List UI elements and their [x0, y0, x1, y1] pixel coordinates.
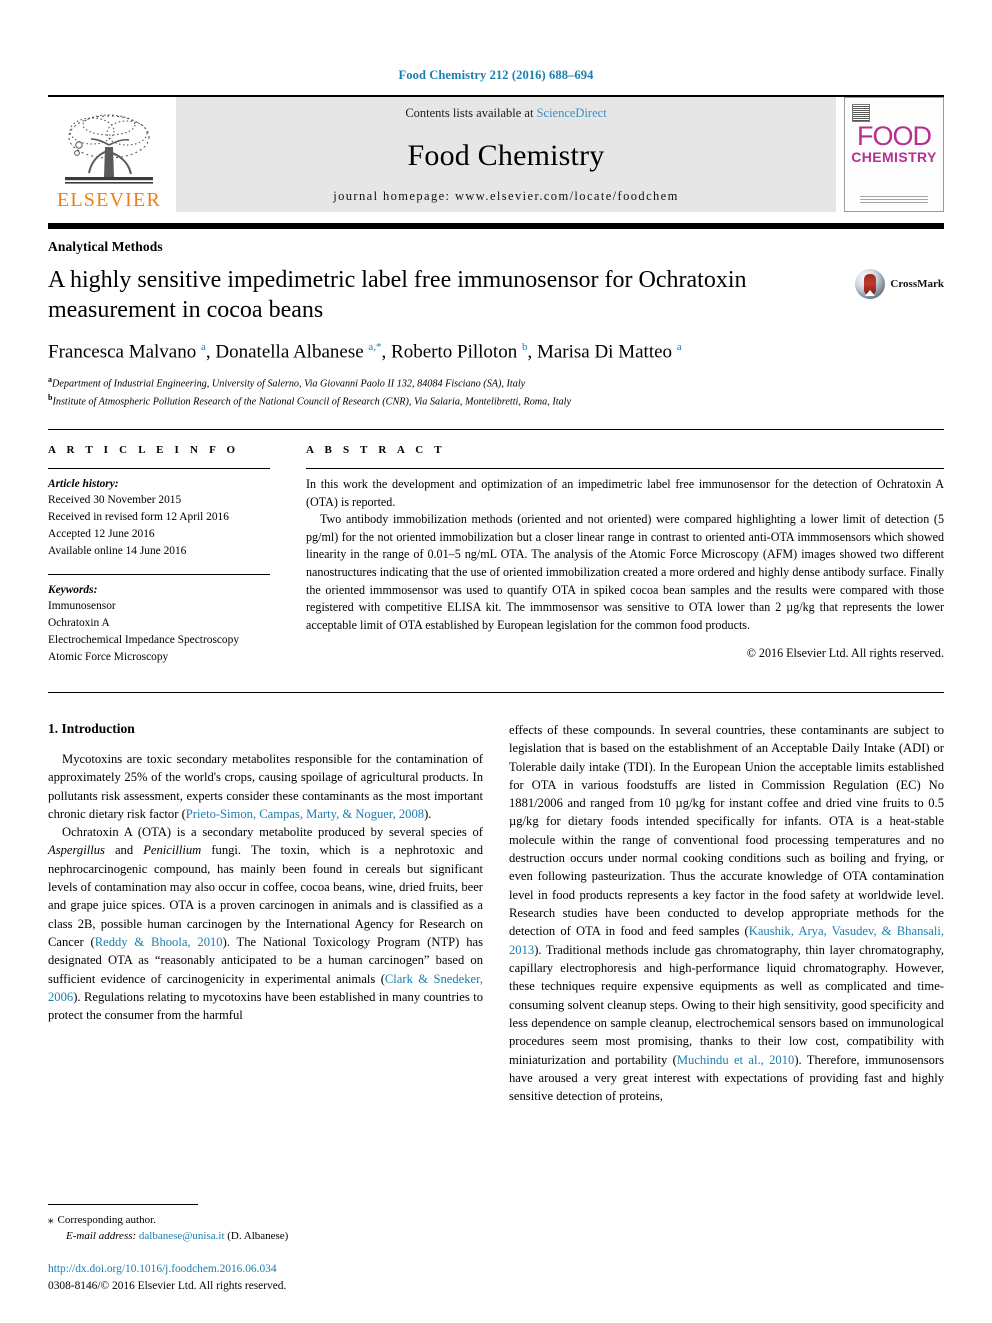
- section-type-label: Analytical Methods: [48, 239, 163, 254]
- body-column-left: 1. Introduction Mycotoxins are toxic sec…: [48, 721, 483, 1106]
- email-link[interactable]: dalbanese@unisa.it: [139, 1230, 225, 1242]
- cover-title-top: FOOD: [857, 121, 932, 151]
- history-item: Received in revised form 12 April 2016: [48, 511, 229, 524]
- contents-available-line: Contents lists available at ScienceDirec…: [405, 106, 606, 121]
- abstract-heading: A B S T R A C T: [306, 443, 446, 456]
- body-paragraph: effects of these compounds. In several c…: [509, 722, 944, 1104]
- issn-copyright-line: 0308-8146/© 2016 Elsevier Ltd. All right…: [48, 1279, 287, 1292]
- elsevier-wordmark: ELSEVIER: [56, 189, 162, 211]
- elsevier-tree-icon: [65, 114, 153, 184]
- crossmark-icon: [855, 269, 886, 299]
- email-owner: (D. Albanese): [227, 1230, 289, 1243]
- email-label: E-mail address:: [66, 1230, 137, 1243]
- abstract-paragraph: In this work the development and optimiz…: [306, 476, 944, 509]
- affiliation-text: Institute of Atmospheric Pollution Resea…: [52, 396, 572, 408]
- doi-link[interactable]: http://dx.doi.org/10.1016/j.foodchem.201…: [48, 1261, 483, 1278]
- journal-masthead: ELSEVIER Contents lists available at Sci…: [48, 97, 944, 212]
- journal-homepage-link[interactable]: journal homepage: www.elsevier.com/locat…: [333, 189, 678, 204]
- article-history-list: Received 30 November 2015 Received in re…: [48, 492, 270, 560]
- history-item: Available online 14 June 2016: [48, 545, 187, 558]
- title-row: A highly sensitive impedimetric label fr…: [48, 266, 944, 326]
- cover-footer-texture: [859, 194, 929, 203]
- body-paragraph: Mycotoxins are toxic secondary metabolit…: [48, 751, 483, 821]
- footnote-area: ⁎ Corresponding author. E-mail address: d…: [48, 1203, 483, 1295]
- author-list: Francesca Malvano a, Donatella Albanese …: [48, 340, 682, 362]
- elsevier-logo: ELSEVIER: [48, 97, 170, 212]
- info-abstract-region: A R T I C L E I N F O Article history: R…: [48, 444, 944, 666]
- cover-mini-logo-icon: [852, 104, 870, 122]
- abstract-column: A B S T R A C T In this work the develop…: [300, 444, 944, 666]
- keyword-item: Ochratoxin A: [48, 617, 110, 630]
- info-top-rule: [48, 428, 944, 430]
- article-info-heading: A R T I C L E I N F O: [48, 443, 240, 456]
- corresponding-author-marker: ⁎: [48, 1213, 54, 1226]
- masthead-bottom-rule: [48, 223, 944, 229]
- corresponding-author-text: Corresponding author.: [57, 1213, 156, 1226]
- affiliation-list: aDepartment of Industrial Engineering, U…: [48, 374, 944, 410]
- abstract-rule: [306, 467, 944, 469]
- body-column-right: effects of these compounds. In several c…: [509, 721, 944, 1106]
- contents-prefix: Contents lists available at: [405, 106, 537, 120]
- abstract-body: In this work the development and optimiz…: [306, 476, 944, 635]
- crossmark-badge[interactable]: CrossMark: [855, 269, 944, 299]
- keywords-list: Immunosensor Ochratoxin A Electrochemica…: [48, 598, 270, 666]
- sciencedirect-link[interactable]: ScienceDirect: [537, 106, 607, 120]
- body-top-rule: [48, 691, 944, 693]
- history-item: Accepted 12 June 2016: [48, 528, 155, 541]
- abstract-copyright: © 2016 Elsevier Ltd. All rights reserved…: [746, 645, 944, 660]
- history-item: Received 30 November 2015: [48, 494, 182, 507]
- email-line: E-mail address: dalbanese@unisa.it (D. A…: [48, 1228, 483, 1245]
- affiliation-item: aDepartment of Industrial Engineering, U…: [48, 374, 944, 392]
- crossmark-icon-inner: [864, 273, 877, 295]
- keyword-item: Atomic Force Microscopy: [48, 651, 169, 664]
- article-info-column: A R T I C L E I N F O Article history: R…: [48, 444, 300, 666]
- doi-block: http://dx.doi.org/10.1016/j.foodchem.201…: [48, 1261, 483, 1295]
- corresponding-author-note: ⁎ Corresponding author. E-mail address: d…: [48, 1212, 483, 1245]
- keywords-heading: Keywords:: [48, 583, 98, 596]
- cover-title-bottom: CHEMISTRY: [851, 148, 937, 165]
- body-columns: 1. Introduction Mycotoxins are toxic sec…: [48, 721, 944, 1106]
- page-title: A highly sensitive impedimetric label fr…: [48, 267, 747, 323]
- keyword-item: Electrochemical Impedance Spectroscopy: [48, 634, 240, 647]
- journal-band: Contents lists available at ScienceDirec…: [176, 97, 836, 212]
- journal-title: Food Chemistry: [407, 139, 605, 172]
- article-history-heading: Article history:: [48, 477, 119, 490]
- keywords-rule: [48, 573, 270, 575]
- affiliation-item: bInstitute of Atmospheric Pollution Rese…: [48, 392, 944, 410]
- crossmark-label: CrossMark: [890, 278, 944, 290]
- journal-cover-thumbnail: FOOD CHEMISTRY: [844, 97, 944, 212]
- article-info-rule: [48, 467, 270, 469]
- footnote-rule: [48, 1203, 198, 1205]
- keyword-item: Immunosensor: [48, 600, 116, 613]
- affiliation-text: Department of Industrial Engineering, Un…: [52, 377, 526, 389]
- body-paragraph: Ochratoxin A (OTA) is a secondary metabo…: [48, 825, 483, 1023]
- abstract-paragraph: Two antibody immobilization methods (ori…: [306, 512, 944, 633]
- running-head: Food Chemistry 212 (2016) 688–694: [398, 68, 594, 82]
- article-first-page: Food Chemistry 212 (2016) 688–694 ELSEVI…: [0, 0, 992, 1323]
- introduction-heading: 1. Introduction: [48, 720, 135, 736]
